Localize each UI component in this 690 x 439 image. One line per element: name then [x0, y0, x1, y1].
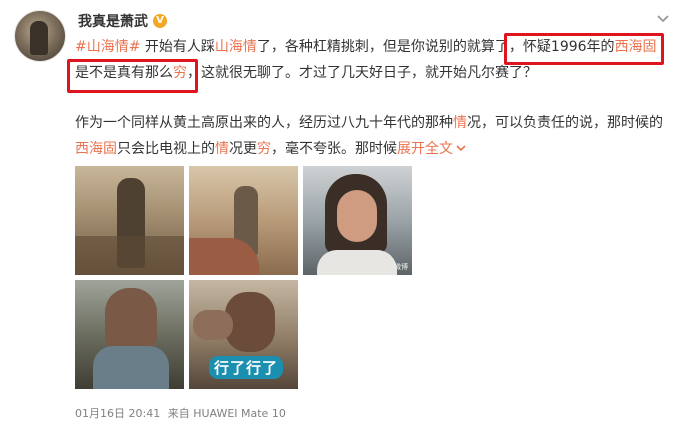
image-figure: [193, 310, 233, 340]
post-image-2[interactable]: [189, 166, 298, 275]
post-image-4[interactable]: [75, 280, 184, 389]
text-segment: 况更: [229, 141, 257, 157]
gif-caption: 行了行了: [209, 356, 284, 379]
hashtag-link[interactable]: #山海情#: [75, 39, 140, 55]
image-figure: [75, 236, 184, 275]
text-segment: 只会比电视上的: [117, 141, 215, 157]
keyword: 情: [215, 141, 229, 157]
username-text[interactable]: 我真是萧武: [78, 11, 148, 31]
text-segment: 是不是真有那么: [75, 65, 173, 81]
keyword: 穷: [257, 141, 271, 157]
post-time[interactable]: 01月16日 20:41: [75, 407, 160, 420]
post-meta: 01月16日 20:41 来自 HUAWEI Mate 10: [75, 405, 286, 421]
avatar-figure: [30, 21, 48, 55]
weibo-post: 我真是萧武 V #山海情# 开始有人踩山海情了，各种杠精挑刺，但是你说别的就算了…: [0, 0, 690, 439]
text-segment: ，毫不夸张。那时候: [271, 141, 397, 157]
text-segment: ，这就很无聊了。才过了几天好日子，就开始凡尔赛了？: [187, 65, 537, 81]
text-segment: 开始有人踩: [144, 39, 215, 55]
expand-full-text-link[interactable]: 展开全文: [397, 141, 453, 157]
text-segment: 怀疑1996年的: [522, 39, 615, 55]
place-keyword[interactable]: 西海固: [615, 39, 657, 55]
post-source[interactable]: HUAWEI Mate 10: [193, 407, 286, 420]
text-segment: 作为一个同样从黄土高原出来的人，经历过八九十年代的那种: [75, 115, 453, 131]
post-text-paragraph-1: #山海情# 开始有人踩山海情了，各种杠精挑刺，但是你说别的就算了，怀疑1996年…: [75, 34, 675, 86]
keyword: 情: [453, 115, 467, 131]
image-figure: [337, 190, 377, 242]
image-figure: [105, 288, 157, 354]
image-figure: [93, 346, 169, 389]
avatar[interactable]: [14, 10, 66, 62]
verified-icon: V: [153, 14, 167, 28]
source-prefix: 来自: [167, 407, 190, 420]
place-keyword[interactable]: 西海固: [75, 141, 117, 157]
post-text-paragraph-2: 作为一个同样从黄土高原出来的人，经历过八九十年代的那种情况，可以负责任的说，那时…: [75, 110, 675, 162]
post-image-1[interactable]: [75, 166, 184, 275]
chevron-down-icon[interactable]: [455, 143, 467, 153]
chevron-down-icon[interactable]: [656, 14, 670, 24]
image-watermark: 微博: [394, 263, 408, 271]
text-segment: 况，可以负责任的说，那时候的: [467, 115, 663, 131]
text-segment: 了，各种杠精挑刺，但是你说别的就算了，: [256, 39, 523, 55]
username[interactable]: 我真是萧武 V: [78, 11, 167, 31]
image-figure: [317, 250, 397, 275]
post-image-3[interactable]: 微博: [303, 166, 412, 275]
qiong-keyword: 穷: [173, 65, 187, 81]
post-image-5[interactable]: 行了行了: [189, 280, 298, 389]
keyword-link[interactable]: 山海情: [215, 39, 257, 55]
